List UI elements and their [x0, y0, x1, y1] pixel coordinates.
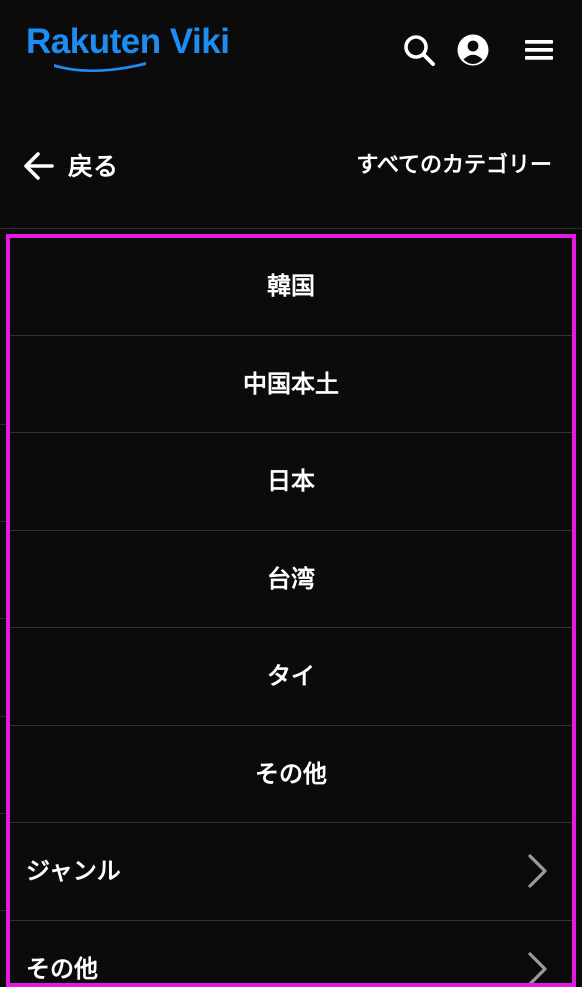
- other-expand-row[interactable]: その他: [10, 921, 572, 987]
- category-label: 韓国: [267, 274, 315, 298]
- menu-icon[interactable]: [521, 32, 557, 68]
- category-item-korea[interactable]: 韓国: [10, 238, 572, 336]
- back-button[interactable]: 戻る: [22, 148, 118, 184]
- category-label: 中国本土: [243, 372, 339, 396]
- arrow-left-icon: [22, 149, 56, 183]
- chevron-right-icon: [524, 853, 550, 889]
- category-label: 日本: [267, 469, 315, 493]
- category-item-taiwan[interactable]: 台湾: [10, 531, 572, 629]
- search-icon[interactable]: [401, 32, 437, 68]
- category-item-other[interactable]: その他: [10, 726, 572, 824]
- category-list-panel: 韓国 中国本土 日本 台湾 タイ その他 ジャンル その他: [6, 234, 576, 987]
- all-categories-title: すべてのカテゴリー: [356, 150, 552, 182]
- logo-text: Rakuten Viki: [26, 22, 229, 61]
- top-header: Rakuten Viki: [0, 0, 582, 100]
- back-label: 戻る: [68, 154, 118, 179]
- category-item-japan[interactable]: 日本: [10, 433, 572, 531]
- chevron-right-icon: [524, 951, 550, 987]
- genre-label: ジャンル: [26, 859, 121, 883]
- category-item-thailand[interactable]: タイ: [10, 628, 572, 726]
- other-label: その他: [26, 957, 98, 981]
- category-label: その他: [255, 762, 327, 786]
- divider: [0, 228, 582, 229]
- category-label: 台湾: [267, 567, 315, 591]
- logo-swoosh-icon: [52, 60, 148, 74]
- genre-expand-row[interactable]: ジャンル: [10, 823, 572, 921]
- category-item-mainland-china[interactable]: 中国本土: [10, 336, 572, 434]
- rakuten-viki-logo[interactable]: Rakuten Viki: [26, 24, 229, 59]
- account-icon[interactable]: [455, 32, 491, 68]
- category-label: タイ: [267, 664, 315, 688]
